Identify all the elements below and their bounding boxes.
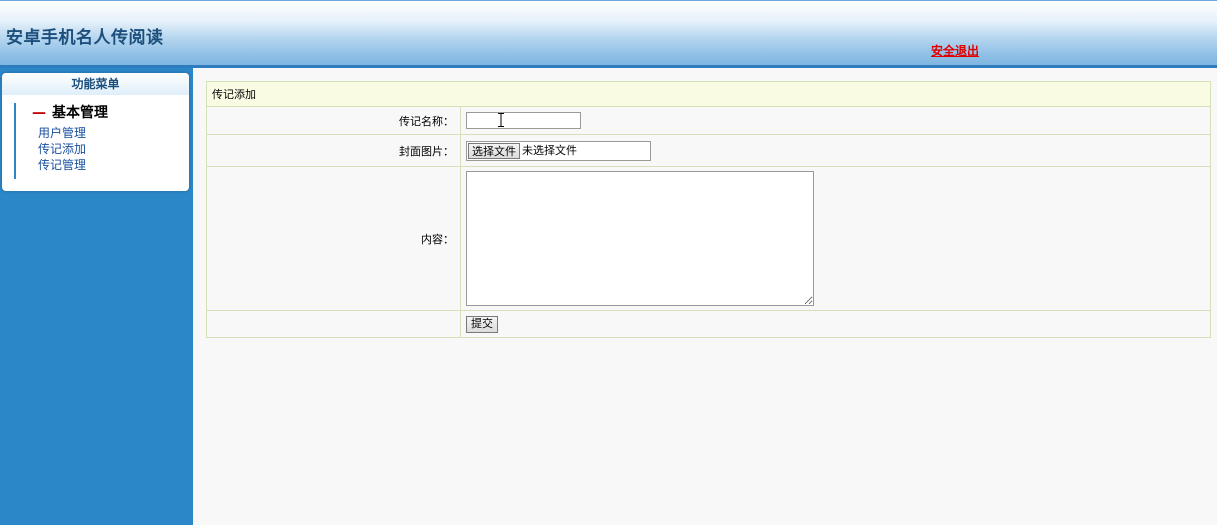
site-title: 安卓手机名人传阅读 xyxy=(6,28,164,48)
form-caption-row: 传记添加 xyxy=(206,81,1211,107)
name-field-cell xyxy=(460,106,1211,135)
cover-field-cell: 选择文件 未选择文件 xyxy=(460,134,1211,167)
menu-group-label: 基本管理 xyxy=(52,105,108,121)
biography-add-form: 传记添加 传记名称： 封面图片： 选择文件 未选择文件 内容： 提交 xyxy=(206,81,1211,338)
sidebar: 功能菜单 — 基本管理 用户管理 传记添加 传记管理 xyxy=(0,68,193,525)
content-label: 内容： xyxy=(206,166,461,311)
menu-group-title[interactable]: — 基本管理 xyxy=(32,103,108,125)
name-label: 传记名称： xyxy=(206,106,461,135)
cover-label: 封面图片： xyxy=(206,134,461,167)
cover-row: 封面图片： 选择文件 未选择文件 xyxy=(206,134,1211,167)
function-menu: 功能菜单 — 基本管理 用户管理 传记添加 传记管理 xyxy=(2,73,189,191)
cover-file-input[interactable]: 选择文件 未选择文件 xyxy=(466,140,651,161)
content-textarea[interactable] xyxy=(466,171,814,306)
choose-file-button[interactable]: 选择文件 xyxy=(468,142,520,159)
i-beam-cursor-icon xyxy=(498,113,504,127)
content-field-cell xyxy=(460,166,1211,311)
submit-label-cell xyxy=(206,310,461,338)
logout-link[interactable]: 安全退出 xyxy=(931,42,979,59)
sidebar-item-user-management[interactable]: 用户管理 xyxy=(38,125,108,141)
submit-field-cell: 提交 xyxy=(460,310,1211,338)
menu-title: 功能菜单 xyxy=(2,73,189,95)
submit-button[interactable]: 提交 xyxy=(466,315,498,333)
sidebar-item-add-biography[interactable]: 传记添加 xyxy=(38,141,108,157)
page-header: 安卓手机名人传阅读 安全退出 xyxy=(0,0,1217,68)
name-row: 传记名称： xyxy=(206,106,1211,135)
main-content: 传记添加 传记名称： 封面图片： 选择文件 未选择文件 内容： 提交 xyxy=(206,81,1211,338)
sidebar-item-biography-management[interactable]: 传记管理 xyxy=(38,157,108,173)
submit-row: 提交 xyxy=(206,310,1211,338)
menu-group-basic: — 基本管理 用户管理 传记添加 传记管理 xyxy=(14,103,108,179)
collapse-dash-icon: — xyxy=(32,105,46,121)
file-status-text: 未选择文件 xyxy=(522,143,577,157)
form-caption: 传记添加 xyxy=(206,81,1211,107)
biography-name-input[interactable] xyxy=(466,112,581,129)
content-row: 内容： xyxy=(206,166,1211,311)
